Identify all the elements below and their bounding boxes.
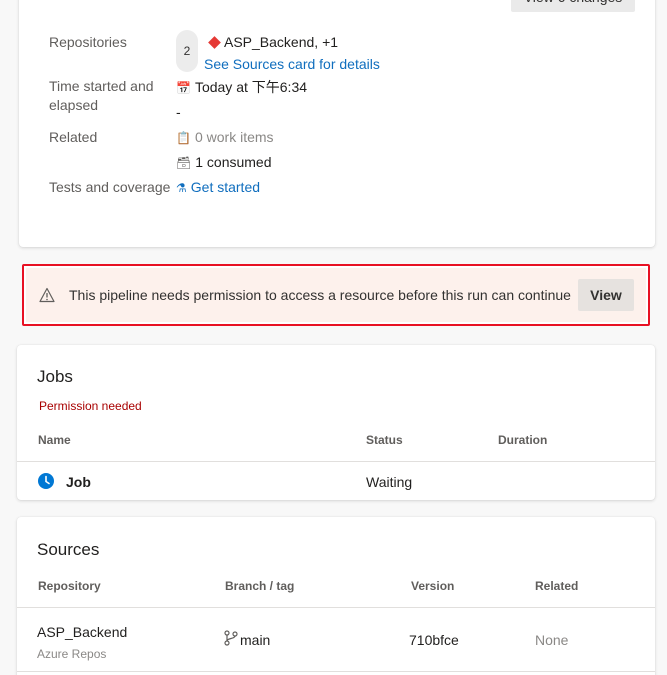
- warning-message: This pipeline needs permission to access…: [69, 287, 571, 303]
- jobs-title: Jobs: [37, 367, 73, 386]
- work-items-value[interactable]: 📋 0 work items: [176, 127, 274, 148]
- calendar-icon: 📅: [176, 81, 191, 95]
- azure-repos-icon: [208, 36, 221, 50]
- jobs-col-status: Status: [366, 433, 403, 447]
- jobs-card: Jobs Permission needed Name Status Durat…: [17, 345, 655, 500]
- repositories-label: Repositories: [49, 34, 127, 50]
- repo-name[interactable]: ASP_Backend: [224, 34, 314, 50]
- time-started-value: 📅 Today at 下午6:34: [176, 77, 307, 98]
- artifact-icon: 🗃: [176, 156, 192, 170]
- source-repo-provider: Azure Repos: [37, 647, 107, 661]
- elapsed-value: -: [176, 104, 181, 120]
- sources-col-repository: Repository: [38, 579, 101, 593]
- sources-col-branch: Branch / tag: [225, 579, 295, 593]
- clock-icon: [38, 473, 54, 489]
- sources-header-divider: [17, 607, 655, 608]
- get-started-text: Get started: [190, 179, 261, 195]
- source-related: None: [535, 632, 569, 648]
- time-label-line1: Time started and: [49, 78, 154, 94]
- consumed-value[interactable]: 🗃 1 consumed: [176, 152, 272, 173]
- tests-label: Tests and coverage: [49, 179, 171, 195]
- tests-get-started-link[interactable]: ⚗ Get started: [176, 177, 260, 198]
- source-repo-name[interactable]: ASP_Backend: [37, 624, 127, 640]
- view-permission-button[interactable]: View: [578, 279, 634, 311]
- view-changes-button[interactable]: View 6 changes: [511, 0, 635, 12]
- source-version[interactable]: 710bfce: [409, 632, 459, 648]
- warning-icon: [39, 287, 55, 303]
- job-name[interactable]: Job: [66, 474, 91, 490]
- sources-row-divider: [17, 671, 655, 672]
- warning-body: This pipeline needs permission to access…: [26, 268, 646, 322]
- job-status: Waiting: [366, 474, 413, 490]
- permission-needed-text: Permission needed: [39, 399, 142, 413]
- flask-icon: ⚗: [176, 181, 187, 195]
- run-summary-card: View 6 changes Repositories 2 ASP_Backen…: [19, 0, 655, 247]
- clipboard-icon: 📋: [176, 131, 191, 145]
- repo-value: ASP_Backend, +1: [207, 32, 338, 52]
- source-branch[interactable]: main: [240, 632, 270, 648]
- jobs-col-name: Name: [38, 433, 71, 447]
- work-items-text: 0 work items: [194, 129, 274, 145]
- see-sources-link[interactable]: See Sources card for details: [204, 54, 380, 74]
- sources-col-related: Related: [535, 579, 579, 593]
- sources-title: Sources: [37, 540, 100, 559]
- sources-card: Sources Repository Branch / tag Version …: [17, 517, 655, 675]
- related-label: Related: [49, 129, 98, 145]
- repo-more: , +1: [314, 34, 339, 50]
- time-started-text: Today at 下午6:34: [194, 79, 308, 95]
- permission-warning-banner: This pipeline needs permission to access…: [22, 264, 650, 326]
- sources-col-version: Version: [411, 579, 455, 593]
- branch-icon: [224, 630, 238, 646]
- consumed-text: 1 consumed: [195, 154, 272, 170]
- jobs-col-duration: Duration: [498, 433, 548, 447]
- repo-count-badge: 2: [176, 30, 198, 72]
- jobs-header-divider: [17, 461, 655, 462]
- time-label-line2: elapsed: [49, 97, 99, 113]
